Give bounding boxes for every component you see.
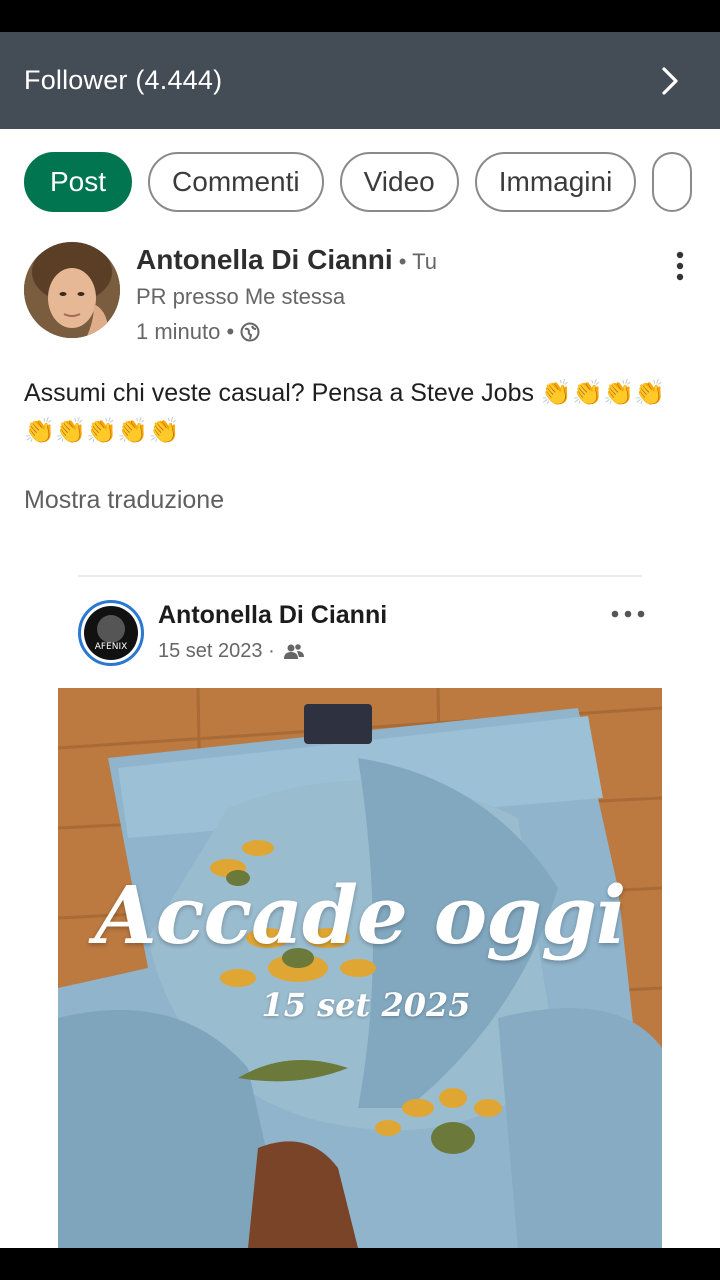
- globe-icon: [240, 322, 260, 342]
- tab-commenti[interactable]: Commenti: [148, 152, 324, 212]
- shared-post-date: 15 set 2023 ·: [158, 640, 275, 662]
- post-time: 1 minuto •: [136, 319, 235, 344]
- shared-author-block: Antonella Di Cianni 15 set 2023 ·: [158, 601, 387, 663]
- post-text: Assumi chi veste casual? Pensa a Steve J…: [24, 379, 666, 445]
- follower-title: Follower (4.444): [24, 65, 223, 95]
- tab-immagini[interactable]: Immagini: [474, 152, 637, 212]
- you-badge: • Tu: [398, 249, 437, 274]
- follower-header[interactable]: Follower (4.444): [0, 32, 720, 129]
- post-author-block: Antonella Di Cianni • Tu PR presso Me st…: [136, 244, 437, 345]
- avatar-logo-text: AFENIX: [95, 642, 128, 652]
- chevron-right-icon[interactable]: [640, 51, 700, 111]
- tab-more-partial[interactable]: [652, 152, 693, 212]
- author-headline: PR presso Me stessa: [136, 284, 346, 309]
- image-overlay-date: 15 set 2025: [261, 986, 471, 1024]
- divider: [78, 575, 642, 577]
- image-overlay-title: Accade oggi: [94, 868, 627, 962]
- kebab-menu-icon[interactable]: [662, 248, 698, 284]
- jeans-photo: [58, 688, 662, 1248]
- system-nav-bar: [0, 1248, 720, 1280]
- more-horizontal-icon[interactable]: [606, 600, 650, 628]
- author-name[interactable]: Antonella Di Cianni: [136, 244, 393, 276]
- shared-post-image[interactable]: Accade oggi 15 set 2025: [58, 688, 662, 1248]
- tab-post[interactable]: Post: [24, 152, 133, 212]
- friends-icon: [283, 643, 305, 661]
- author-avatar[interactable]: [24, 242, 120, 338]
- shared-author-avatar[interactable]: AFENIX: [78, 600, 144, 666]
- status-bar: [0, 0, 720, 32]
- tab-video[interactable]: Video: [339, 152, 459, 212]
- show-translation-link[interactable]: Mostra traduzione: [24, 486, 224, 515]
- filter-tabs: Post Commenti Video Immagini: [24, 152, 693, 212]
- shared-author-name[interactable]: Antonella Di Cianni: [158, 601, 387, 630]
